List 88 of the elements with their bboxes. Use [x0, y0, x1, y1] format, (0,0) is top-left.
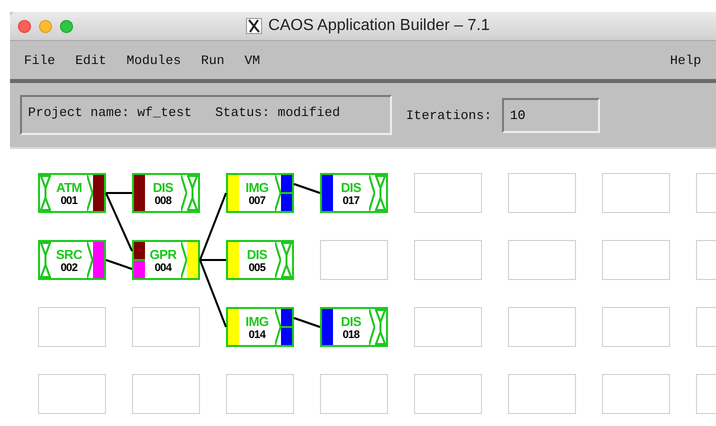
module-name: DIS	[340, 180, 362, 194]
module-name: ATM	[56, 180, 82, 194]
module-block[interactable]: SRC 002	[38, 240, 106, 280]
input-port[interactable]	[228, 175, 239, 211]
chevron-icon	[181, 242, 187, 278]
menu-item[interactable]: Edit	[75, 52, 106, 68]
module-number: 017	[342, 194, 360, 206]
module-number: 008	[154, 194, 172, 206]
empty-slot[interactable]	[320, 240, 388, 280]
module-block[interactable]: IMG 007	[226, 173, 294, 213]
chevron-icon	[275, 175, 281, 211]
empty-slot[interactable]	[38, 307, 106, 347]
minimize-button[interactable]	[39, 20, 52, 32]
module-block[interactable]: DIS 017	[320, 173, 388, 213]
x-app-icon	[246, 18, 262, 34]
connector-line	[294, 183, 320, 194]
input-port[interactable]	[322, 309, 333, 345]
close-button[interactable]	[18, 20, 31, 32]
chevron-icon	[275, 242, 281, 278]
connector-line	[106, 259, 132, 270]
hourglass-icon	[281, 242, 292, 278]
module-block[interactable]: DIS 008	[132, 173, 200, 213]
module-number: 002	[60, 262, 78, 274]
input-port[interactable]	[134, 259, 145, 278]
empty-slot[interactable]	[414, 240, 482, 280]
module-block[interactable]: GPR 004	[132, 240, 200, 280]
output-port[interactable]	[281, 326, 292, 345]
iterations-field[interactable]: 10	[502, 98, 600, 132]
empty-slot[interactable]	[508, 173, 576, 213]
empty-slot[interactable]	[38, 374, 106, 414]
chevron-icon	[369, 309, 375, 345]
empty-slot[interactable]	[508, 307, 576, 347]
empty-slot[interactable]	[414, 307, 482, 347]
menu-item[interactable]: File	[24, 52, 56, 68]
connector-line	[294, 317, 320, 328]
hourglass-icon	[40, 175, 51, 211]
empty-slot[interactable]	[320, 374, 388, 414]
empty-slot[interactable]	[602, 173, 670, 213]
chevron-icon	[87, 175, 93, 211]
menu-item[interactable]: Modules	[126, 52, 182, 68]
iterations-label: Iterations:	[406, 108, 492, 122]
empty-slot[interactable]	[508, 374, 576, 414]
chevron-icon	[87, 242, 93, 278]
window-title: CAOS Application Builder – 7.1	[268, 17, 490, 35]
input-port[interactable]	[134, 175, 145, 211]
empty-slot[interactable]	[226, 374, 294, 414]
module-block[interactable]: IMG 014	[226, 307, 294, 347]
project-status-field: Project name: wf_test Status: modified	[20, 95, 392, 135]
module-number: 007	[248, 194, 266, 206]
module-number: 018	[342, 328, 360, 340]
hourglass-icon	[375, 175, 386, 211]
menu-item[interactable]: Run	[201, 52, 224, 68]
chevron-icon	[181, 175, 187, 211]
chevron-icon	[369, 175, 375, 211]
module-name: GPR	[150, 246, 176, 262]
empty-slot[interactable]	[602, 307, 670, 347]
menu-item[interactable]: VM	[244, 52, 260, 68]
zoom-button[interactable]	[60, 20, 73, 32]
empty-slot[interactable]	[414, 173, 482, 213]
help-menu[interactable]: Help	[670, 52, 702, 68]
module-name: DIS	[246, 246, 268, 262]
module-name: DIS	[340, 314, 362, 328]
module-number: 005	[248, 262, 266, 274]
module-name: SRC	[56, 246, 82, 262]
input-port[interactable]	[322, 175, 333, 211]
module-name: IMG	[245, 314, 269, 328]
empty-slot[interactable]	[132, 307, 200, 347]
module-number: 001	[60, 194, 78, 206]
module-block[interactable]: ATM 001	[38, 173, 106, 213]
input-port[interactable]	[228, 242, 239, 278]
module-name: DIS	[152, 180, 174, 194]
module-number: 014	[248, 328, 266, 340]
hourglass-icon	[40, 242, 51, 278]
module-number: 004	[154, 262, 172, 274]
empty-slot[interactable]	[508, 240, 576, 280]
chevron-icon	[275, 309, 281, 345]
hourglass-icon	[375, 309, 386, 345]
input-port[interactable]	[134, 242, 145, 259]
empty-slot[interactable]	[602, 374, 670, 414]
module-block[interactable]: DIS 005	[226, 240, 294, 280]
empty-slot[interactable]	[602, 240, 670, 280]
module-name: IMG	[245, 180, 269, 194]
input-port[interactable]	[228, 309, 239, 345]
empty-slot[interactable]	[414, 374, 482, 414]
output-port[interactable]	[281, 192, 292, 211]
hourglass-icon	[187, 175, 198, 211]
empty-slot[interactable]	[132, 374, 200, 414]
module-block[interactable]: DIS 018	[320, 307, 388, 347]
